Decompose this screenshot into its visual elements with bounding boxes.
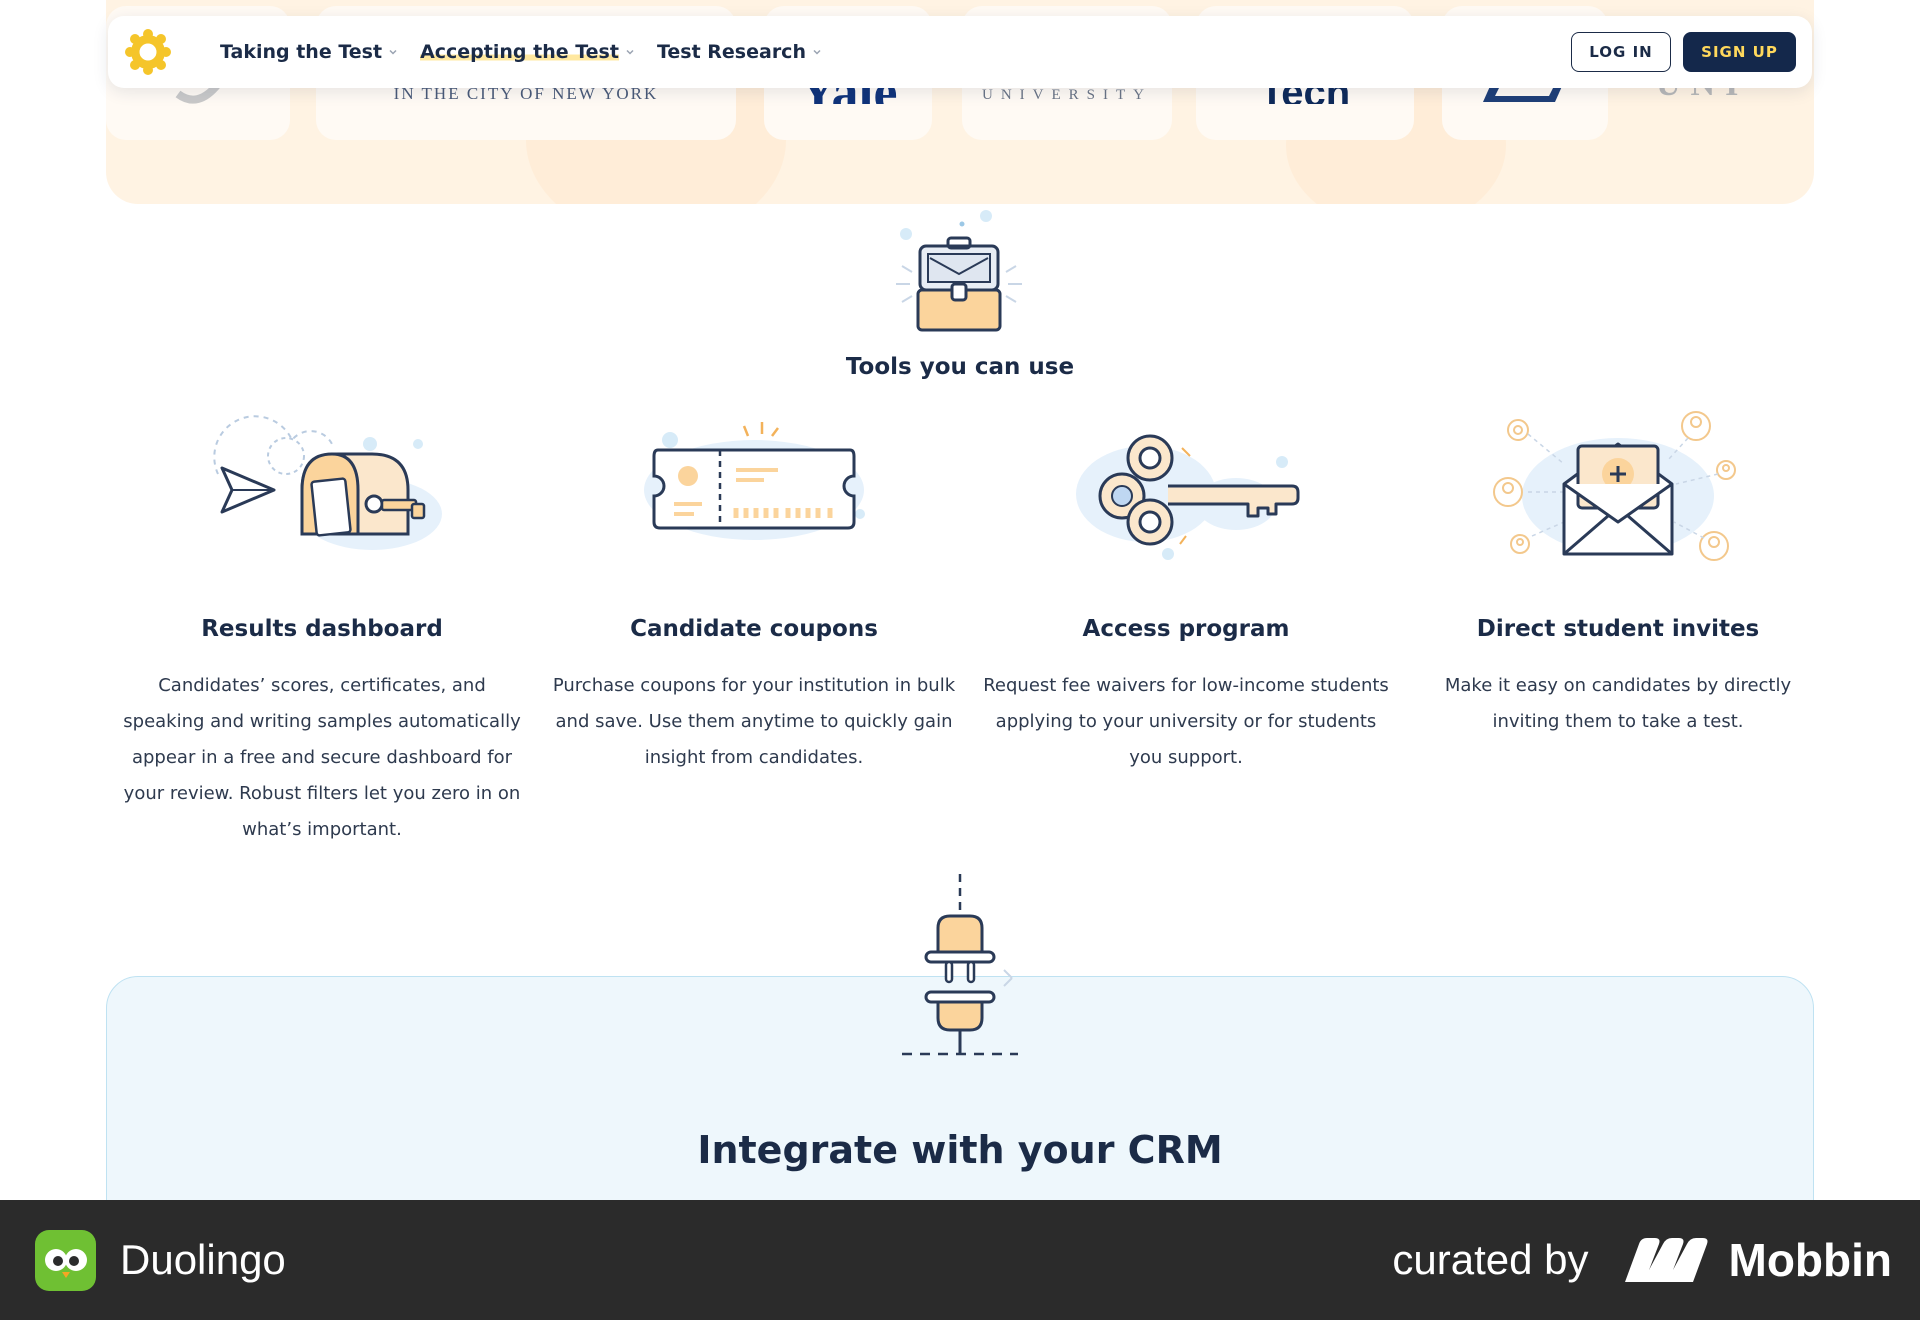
- mailbox-icon: [213, 415, 442, 550]
- tool-title: Candidate coupons: [630, 616, 878, 642]
- tool-description: Request fee waivers for low-income stude…: [983, 675, 1389, 768]
- nav-item-label: Accepting the Test: [420, 41, 619, 63]
- crm-section-title: Integrate with your CRM: [697, 1128, 1223, 1172]
- treasure-chest-icon: [896, 210, 1022, 332]
- tool-title: Results dashboard: [201, 616, 443, 642]
- tool-description: Candidates’ scores, certificates, and sp…: [123, 675, 521, 840]
- nav-item-label: Taking the Test: [220, 41, 383, 63]
- nav-item-taking-the-test[interactable]: Taking the Test: [220, 41, 398, 63]
- footer-bar: Duolingo curated by Mobbin: [0, 1200, 1920, 1320]
- nav-item-label: Test Research: [656, 41, 806, 63]
- sun-logo-icon: [125, 29, 171, 75]
- plug-icon: [902, 874, 1018, 1056]
- tool-description: Purchase coupons for your institution in…: [552, 675, 956, 768]
- brand-logo[interactable]: [124, 28, 172, 76]
- tool-card-access-program: Access program Request fee waivers for l…: [970, 404, 1402, 848]
- login-button[interactable]: LOG IN: [1571, 32, 1671, 72]
- chevron-down-icon: [812, 47, 822, 57]
- logo-text: UNIVERSITY: [982, 87, 1152, 103]
- duolingo-owl-icon: [35, 1229, 96, 1291]
- tool-card-results-dashboard: Results dashboard Candidates’ scores, ce…: [106, 404, 538, 848]
- tool-title: Access program: [1082, 616, 1290, 642]
- mobbin-logo-icon: [1624, 1238, 1707, 1282]
- tools-grid: Results dashboard Candidates’ scores, ce…: [106, 404, 1834, 848]
- key-icon: [1076, 434, 1300, 560]
- nav-item-accepting-the-test[interactable]: Accepting the Test: [420, 41, 635, 63]
- tool-card-candidate-coupons: Candidate coupons Purchase coupons for y…: [538, 404, 970, 848]
- chevron-down-icon: [625, 47, 635, 57]
- chevron-down-icon: [388, 47, 398, 57]
- mobbin-brand-name: Mobbin: [1728, 1234, 1893, 1286]
- ticket-icon: [644, 422, 865, 540]
- signup-button[interactable]: SIGN UP: [1683, 32, 1796, 72]
- top-navigation: Taking the Test Accepting the Test Test …: [108, 16, 1812, 88]
- tool-description: Make it easy on candidates by directly i…: [1444, 675, 1792, 732]
- tool-title: Direct student invites: [1476, 616, 1760, 642]
- app-name: Duolingo: [120, 1236, 286, 1283]
- tool-card-direct-student-invites: Direct student invites Make it easy on c…: [1402, 404, 1834, 848]
- tools-section-title: Tools you can use: [845, 354, 1075, 380]
- nav-item-test-research[interactable]: Test Research: [657, 41, 822, 63]
- curated-by-label: curated by: [1392, 1236, 1589, 1283]
- envelope-icon: [1493, 411, 1736, 561]
